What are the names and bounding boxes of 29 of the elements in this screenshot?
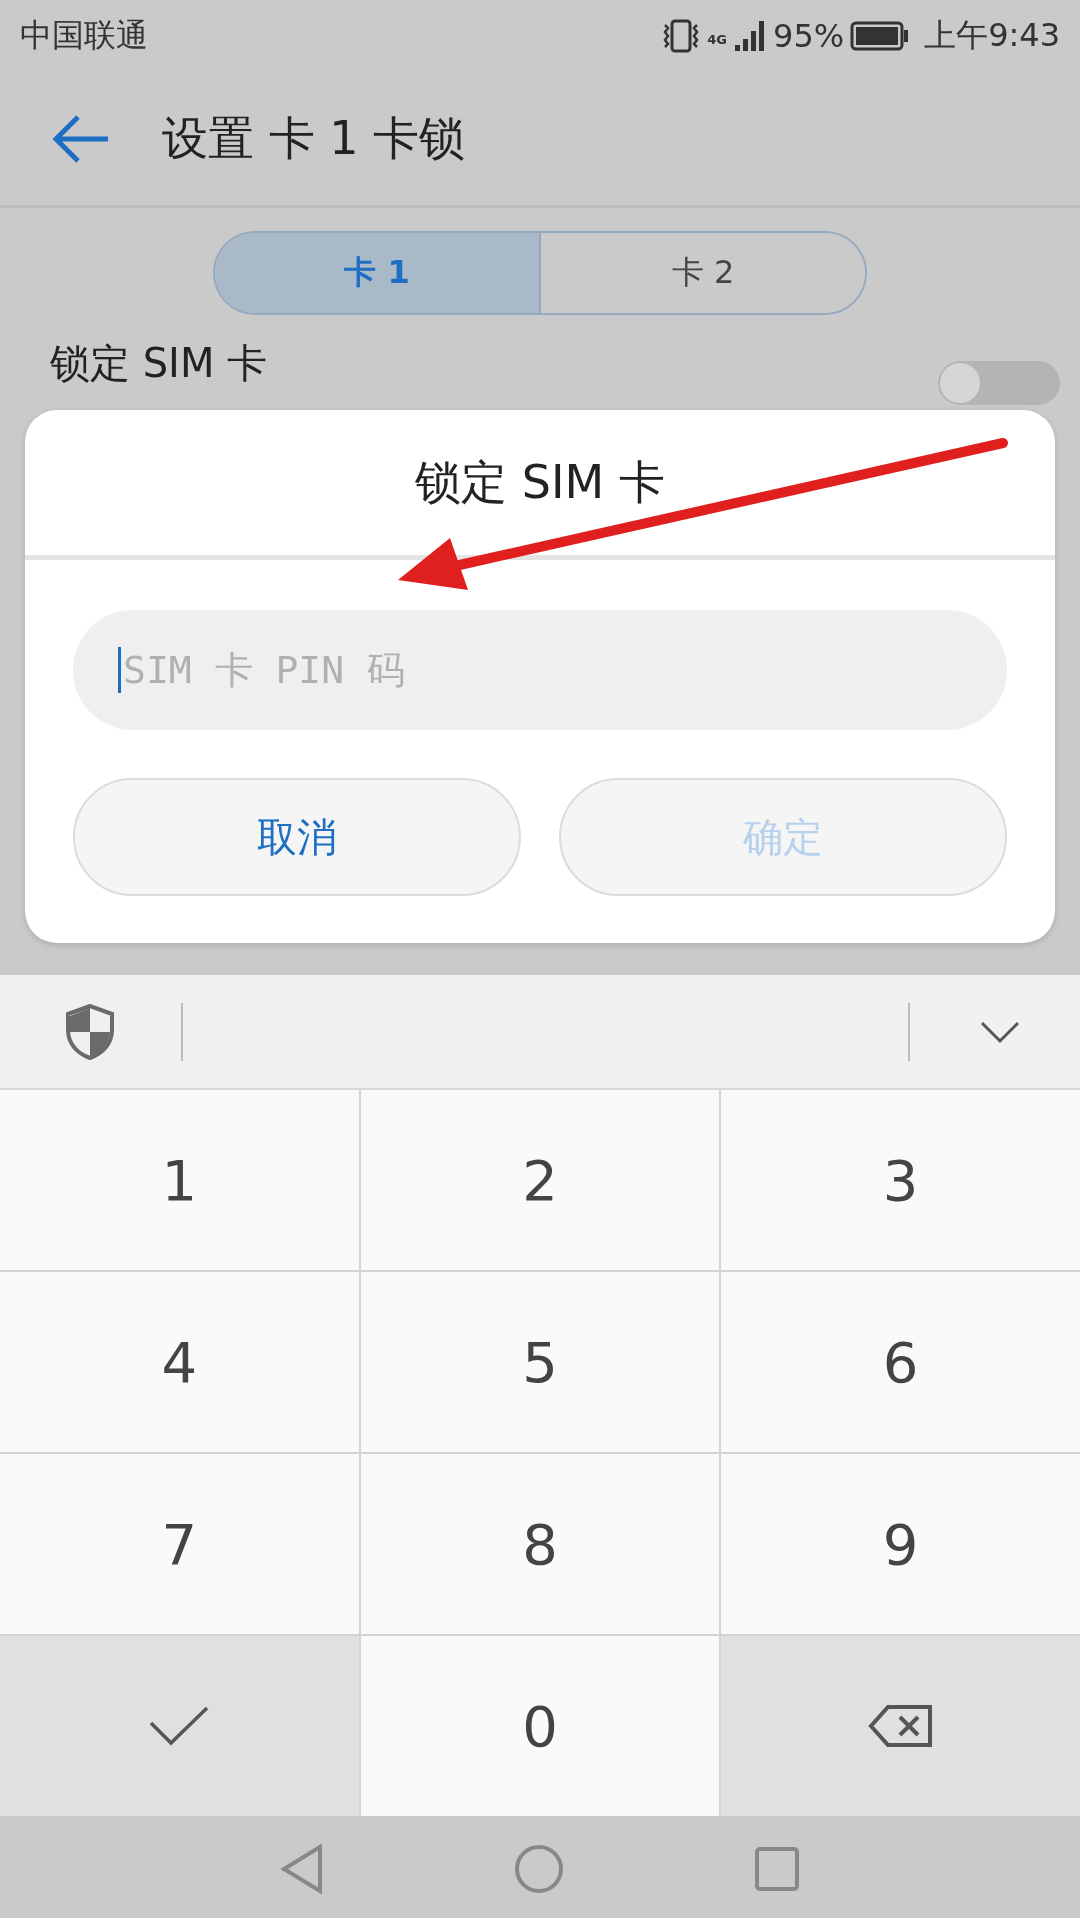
digit-key[interactable]: 0: [360, 1636, 720, 1816]
home-icon[interactable]: [514, 1844, 564, 1894]
digit-key[interactable]: 2: [360, 1090, 720, 1270]
pin-input-field[interactable]: SIM 卡 PIN 码: [73, 610, 1007, 730]
digit-key[interactable]: 6: [721, 1272, 1080, 1452]
battery-percent: 95%: [773, 17, 845, 55]
carrier-name: 中国联通: [20, 15, 148, 56]
network-type: 4G: [707, 32, 727, 47]
digit-key[interactable]: 3: [721, 1090, 1080, 1270]
sim-tab[interactable]: 卡 2: [539, 233, 865, 313]
digit-key[interactable]: 4: [0, 1272, 359, 1452]
digit-key[interactable]: 8: [360, 1454, 720, 1634]
digit-key[interactable]: 1: [0, 1090, 359, 1270]
recents-icon[interactable]: [754, 1846, 800, 1892]
digit-key[interactable]: 9: [721, 1454, 1080, 1634]
digit-key[interactable]: 7: [0, 1454, 359, 1634]
digit-key[interactable]: 5: [360, 1272, 720, 1452]
shield-icon[interactable]: [65, 1003, 115, 1060]
setting-label: 锁定 SIM 卡: [50, 338, 269, 388]
clock-time: 上午9:43: [924, 15, 1060, 56]
screen-title: 设置 卡 1 卡锁: [162, 109, 466, 167]
chevron-down-icon[interactable]: [980, 1019, 1020, 1044]
back-icon[interactable]: [280, 1844, 324, 1894]
dialog-button[interactable]: 取消: [73, 778, 521, 896]
signal-icon: [733, 19, 767, 53]
checkmark-icon: [148, 1705, 211, 1747]
backspace-icon: [867, 1704, 934, 1748]
battery-icon: [850, 21, 911, 51]
toggle-switch[interactable]: [938, 361, 1060, 405]
